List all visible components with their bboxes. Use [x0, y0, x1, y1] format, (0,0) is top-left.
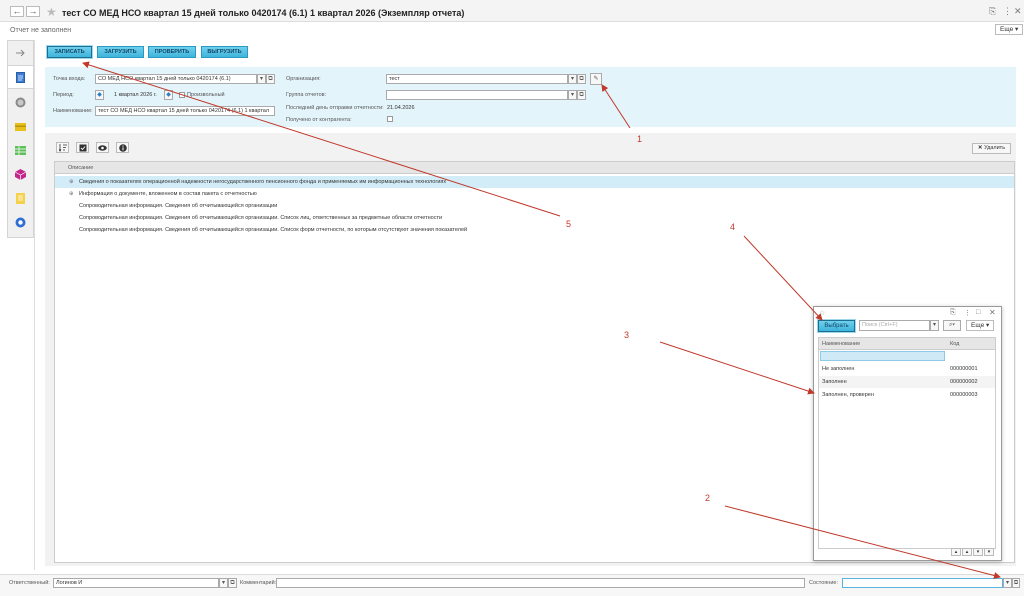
arrow-2: [724, 505, 1001, 579]
annotation-label-5: 5: [566, 219, 572, 229]
annotation-label-1: 1: [637, 134, 643, 144]
arrow-4: [743, 235, 823, 321]
arrow-1: [601, 84, 631, 129]
annotation-label-3: 3: [624, 330, 630, 340]
arrow-3: [659, 341, 815, 395]
annotation-label-4: 4: [730, 222, 736, 232]
annotation-label-2: 2: [705, 493, 711, 503]
arrow-5: [82, 61, 561, 217]
annotation-arrows: [82, 61, 1001, 579]
